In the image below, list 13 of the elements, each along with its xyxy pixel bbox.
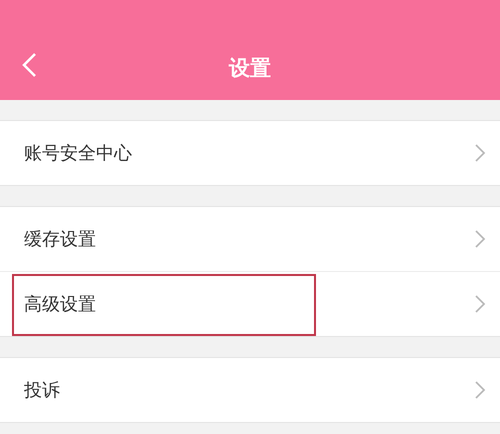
settings-row[interactable]: 高级设置: [0, 271, 500, 336]
settings-row[interactable]: 缓存设置: [0, 207, 500, 271]
chevron-icon: [474, 143, 486, 163]
settings-label: 缓存设置: [24, 228, 97, 251]
settings-row[interactable]: 账号安全中心: [0, 121, 500, 185]
settings-label: 账号安全中心: [24, 142, 133, 165]
chevron-icon: [474, 380, 486, 400]
settings-row[interactable]: 投诉: [0, 358, 500, 422]
settings-label: 投诉: [24, 379, 61, 402]
page-title: 设置: [229, 55, 271, 82]
chevron-icon: [474, 294, 486, 314]
settings-label: 高级设置: [24, 293, 97, 316]
chevron-icon: [474, 229, 486, 249]
